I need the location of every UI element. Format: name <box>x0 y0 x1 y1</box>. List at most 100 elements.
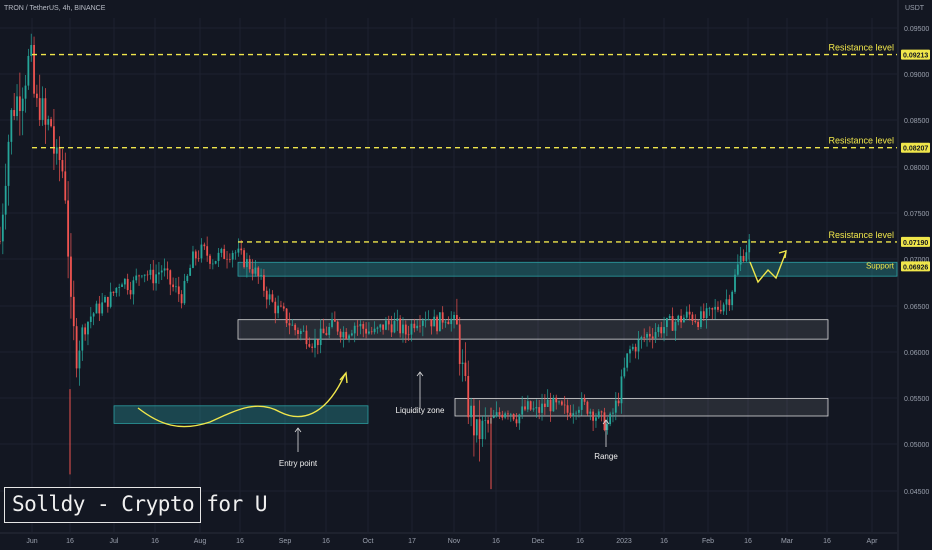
candle-body-down <box>177 286 180 295</box>
candle-body-down <box>345 331 348 339</box>
candle-body-up <box>558 401 560 403</box>
price-tag-label: 0.08207 <box>903 146 928 153</box>
candle-body-up <box>461 362 464 365</box>
candle-body-down <box>447 321 450 325</box>
candle-body-down <box>455 314 458 325</box>
candle-body-down <box>169 270 172 285</box>
candle-body-down <box>691 314 694 321</box>
candle-body-down <box>172 284 175 288</box>
candle-body-down <box>478 419 481 439</box>
candle-body-down <box>356 325 359 327</box>
candle-body-up <box>299 330 302 334</box>
candle-body-up <box>578 409 580 413</box>
candle-body-down <box>512 414 515 420</box>
x-tick-label: Jun <box>26 538 37 545</box>
candle-body-up <box>115 287 118 293</box>
candle-body-up <box>657 327 660 333</box>
candle-body-up <box>314 339 316 348</box>
candle-body-up <box>734 274 736 292</box>
price-chart[interactable]: Resistance level Resistance level Resistan… <box>0 0 932 550</box>
candle-body-down <box>543 403 546 407</box>
price-tag-label: 0.06926 <box>903 264 928 271</box>
candle-body-down <box>648 333 651 337</box>
candle-body-up <box>245 259 248 268</box>
candle-body-up <box>492 416 495 418</box>
candle-body-down <box>50 119 52 127</box>
candle-body-down <box>387 320 390 325</box>
candle-body-up <box>646 333 648 338</box>
candle-body-up <box>217 252 220 262</box>
candle-body-down <box>436 316 438 332</box>
candle-body-up <box>700 311 702 328</box>
candle-body-up <box>87 321 89 335</box>
x-tick-label: 16 <box>492 538 500 545</box>
candle-body-down <box>390 324 393 333</box>
candle-body-up <box>453 314 455 319</box>
candle-body-up <box>722 304 725 312</box>
candle-body-down <box>228 259 231 260</box>
candle-body-up <box>623 367 626 377</box>
candle-body-down <box>325 333 328 335</box>
candle-body-down <box>487 420 490 424</box>
y-tick-label: 0.04500 <box>904 489 929 496</box>
candle-body-up <box>677 315 680 322</box>
resistance-label: Resistance level <box>828 230 894 240</box>
x-tick-label: Apr <box>867 538 879 545</box>
candle-body-up <box>580 398 583 410</box>
candle-body-down <box>634 346 637 352</box>
candle-body-up <box>495 412 498 417</box>
candle-body-up <box>89 316 92 322</box>
candle-body-down <box>404 324 407 335</box>
candle-body-down <box>617 400 620 404</box>
candle-body-up <box>620 376 623 404</box>
candle-body-down <box>294 324 297 331</box>
candle-body-down <box>152 269 155 284</box>
candle-body-down <box>106 296 109 307</box>
candle-body-down <box>126 278 129 291</box>
candle-body-down <box>0 240 1 242</box>
candle-body-down <box>209 255 211 264</box>
candle-body-up <box>626 353 629 368</box>
candle-body-down <box>563 404 566 406</box>
candle-body-down <box>399 318 402 334</box>
y-tick-label: 0.06000 <box>904 350 929 357</box>
candle-body-down <box>282 306 285 309</box>
x-tick-label: Aug <box>194 538 207 545</box>
y-tick-label: 0.08000 <box>904 165 929 172</box>
candle-body-down <box>688 311 691 315</box>
candle-body-up <box>121 284 123 287</box>
candle-body-up <box>214 261 217 264</box>
candle-body-up <box>745 252 748 262</box>
candle-body-up <box>260 275 262 277</box>
x-tick-label: 17 <box>408 538 416 545</box>
candle-body-down <box>339 331 342 338</box>
candle-body-up <box>331 319 333 327</box>
candle-body-up <box>438 312 441 332</box>
candle-body-up <box>47 119 50 125</box>
candle-body-down <box>322 328 325 334</box>
candle-body-up <box>444 321 447 323</box>
candle-body-up <box>509 414 512 415</box>
candle-body-down <box>702 311 705 319</box>
candle-body-up <box>10 110 13 142</box>
candle-body-up <box>101 302 104 314</box>
candle-body-up <box>470 405 472 418</box>
x-tick-label: 16 <box>322 538 330 545</box>
candle-body-up <box>16 96 18 117</box>
candle-body-down <box>413 323 416 329</box>
candle-body-down <box>35 93 38 99</box>
candle-body-down <box>560 401 563 405</box>
candle-body-down <box>75 326 78 369</box>
candle-body-up <box>237 248 240 253</box>
candle-body-down <box>223 248 226 259</box>
candle-body-up <box>541 403 543 413</box>
candle-body-up <box>140 275 143 277</box>
candle-body-up <box>640 337 643 340</box>
candle-body-up <box>24 85 27 99</box>
candle-body-up <box>504 413 507 418</box>
candle-body-down <box>600 411 603 413</box>
candle-body-down <box>694 320 697 322</box>
candle-body-up <box>665 318 668 328</box>
candle-body-up <box>736 264 739 275</box>
candle-body-down <box>67 200 70 257</box>
